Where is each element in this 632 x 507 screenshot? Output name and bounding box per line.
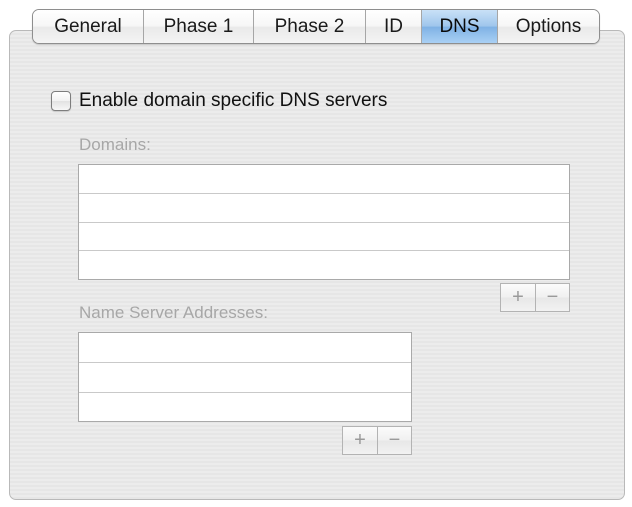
dns-settings-pane: General Phase 1 Phase 2 ID DNS Options E… <box>0 0 632 507</box>
name-server-add-remove: + − <box>342 426 412 455</box>
tab-bar: General Phase 1 Phase 2 ID DNS Options <box>32 9 600 44</box>
tab-id-label: ID <box>384 15 403 37</box>
name-server-remove-button[interactable]: − <box>377 427 411 454</box>
enable-dns-row[interactable]: Enable domain specific DNS servers <box>51 90 387 112</box>
tab-dns-label: DNS <box>439 15 480 37</box>
domains-label: Domains: <box>79 135 151 154</box>
tab-id[interactable]: ID <box>366 10 422 43</box>
name-server-row[interactable] <box>79 333 411 363</box>
domains-row[interactable] <box>79 194 569 223</box>
domains-list[interactable] <box>78 164 570 280</box>
name-server-row[interactable] <box>79 363 411 393</box>
name-server-addresses-label: Name Server Addresses: <box>79 303 268 322</box>
name-server-row[interactable] <box>79 393 411 421</box>
tab-general-label: General <box>54 15 122 37</box>
enable-dns-label[interactable]: Enable domain specific DNS servers <box>79 90 387 112</box>
enable-dns-checkbox[interactable] <box>51 91 71 111</box>
tab-options[interactable]: Options <box>498 10 599 43</box>
domains-row[interactable] <box>79 251 569 279</box>
domains-remove-button[interactable]: − <box>535 284 569 311</box>
tab-options-label: Options <box>515 15 582 37</box>
tab-general[interactable]: General <box>33 10 144 43</box>
domains-row[interactable] <box>79 223 569 251</box>
domains-add-remove: + − <box>500 283 570 312</box>
tab-dns[interactable]: DNS <box>422 10 498 43</box>
tab-phase-1[interactable]: Phase 1 <box>144 10 254 43</box>
tab-phase-2-label: Phase 2 <box>274 15 345 37</box>
name-server-add-button[interactable]: + <box>343 427 377 454</box>
tab-phase-1-label: Phase 1 <box>163 15 234 37</box>
domains-row[interactable] <box>79 165 569 194</box>
domains-add-button[interactable]: + <box>501 284 535 311</box>
name-server-list[interactable] <box>78 332 412 422</box>
tab-phase-2[interactable]: Phase 2 <box>254 10 366 43</box>
